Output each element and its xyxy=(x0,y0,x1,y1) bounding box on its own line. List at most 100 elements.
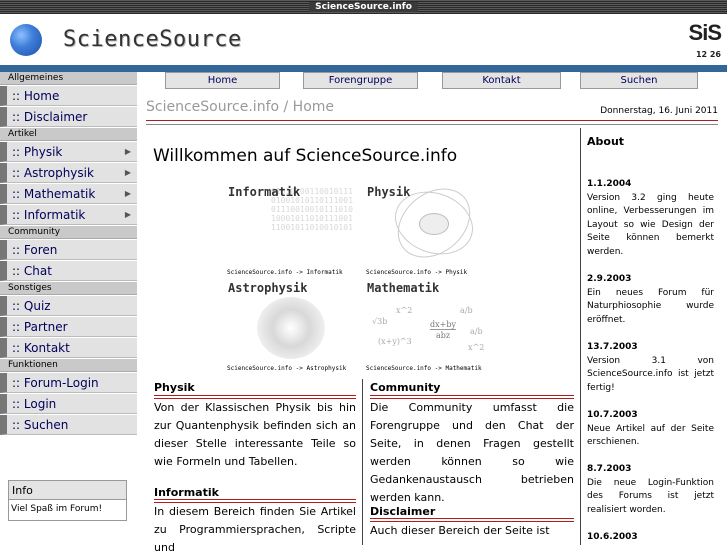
sidebar-item-label: :: Chat xyxy=(12,264,52,278)
news-item: 1.1.2004 Version 3.2 ging heute online, V… xyxy=(587,178,714,259)
submenu-arrow-icon: ▶ xyxy=(124,147,131,156)
nav-suchen[interactable]: Suchen xyxy=(580,72,698,89)
tile-physik[interactable]: Physik ScienceSource.info -> Physik xyxy=(364,183,494,277)
sidebar-item-label: :: Home xyxy=(12,89,60,103)
sidebar-item-kontakt[interactable]: :: Kontakt xyxy=(0,338,137,358)
tile-title: Mathematik xyxy=(367,281,440,295)
formula-text: a/b xyxy=(470,327,483,336)
sidebar-item-home[interactable]: :: Home xyxy=(0,86,137,106)
header-divider xyxy=(0,65,727,72)
nav-kontakt[interactable]: Kontakt xyxy=(442,72,561,89)
section-heading-community[interactable]: Community xyxy=(370,381,440,394)
sidebar-item-label: :: Login xyxy=(12,397,57,411)
formula-text: x^2 xyxy=(468,343,485,352)
section-text-physik: Von der Klassischen Physik bis hin zur Q… xyxy=(154,401,356,468)
sidebar-item-label: :: Astrophysik xyxy=(12,166,94,180)
news-text: Neue Artikel auf der Seite erschienen. xyxy=(587,423,714,448)
site-logo-text[interactable]: ScienceSource xyxy=(63,27,242,52)
sidebar: Allgemeines :: Home :: Disclaimer Artike… xyxy=(0,72,137,545)
info-box-title: Info xyxy=(9,481,126,500)
sis-badge-sub: 12 26 xyxy=(695,50,721,59)
news-date: 2.9.2003 xyxy=(587,274,632,284)
sidebar-item-label: :: Informatik xyxy=(12,208,86,222)
news-date: 1.1.2004 xyxy=(587,179,632,189)
tile-caption: ScienceSource.info -> Mathematik xyxy=(366,365,482,372)
section-artikel: Artikel xyxy=(0,128,137,141)
section-heading-physik[interactable]: Physik xyxy=(154,381,195,394)
sidebar-item-astrophysik[interactable]: :: Astrophysik ▶ xyxy=(0,163,137,183)
formula-text: √3b xyxy=(372,317,388,326)
sidebar-item-quiz[interactable]: :: Quiz xyxy=(0,296,137,316)
section-text-community: Die Community umfasst die Forengruppe un… xyxy=(370,401,574,504)
breadcrumb: ScienceSource.info / Home xyxy=(146,99,335,115)
sidebar-item-label: :: Suchen xyxy=(12,418,69,432)
globe-logo-icon xyxy=(10,24,42,56)
about-separator xyxy=(580,128,581,545)
column-separator xyxy=(362,379,363,545)
sis-badge: SiS xyxy=(688,20,722,45)
news-item: 10.7.2003 Neue Artikel auf der Seite ersc… xyxy=(587,409,714,450)
sidebar-item-informatik[interactable]: :: Informatik ▶ xyxy=(0,205,137,225)
divider xyxy=(146,124,718,125)
news-item: 8.7.2003 Die neue Login-Funktion des Foru… xyxy=(587,463,714,517)
divider xyxy=(146,120,718,121)
page-title: Willkommen auf ScienceSource.info xyxy=(153,146,458,166)
info-box: Info Viel Spaß im Forum! xyxy=(8,480,127,521)
formula-text: x^2 xyxy=(396,306,413,315)
section-allgemeines: Allgemeines xyxy=(0,72,137,85)
news-item: 10.6.2003 xyxy=(587,531,714,545)
section-text-informatik: In diesem Bereich finden Sie Artikel zu … xyxy=(154,505,356,554)
news-text: Die neue Login-Funktion des Forums ist j… xyxy=(587,477,714,515)
tile-caption: ScienceSource.info -> Informatik xyxy=(227,269,343,276)
news-item: 2.9.2003 Ein neues Forum für Naturphiosop… xyxy=(587,273,714,327)
tile-title: Informatik xyxy=(228,185,301,199)
sidebar-item-label: :: Quiz xyxy=(12,299,51,313)
sidebar-item-login[interactable]: :: Login xyxy=(0,394,137,414)
sidebar-item-suchen[interactable]: :: Suchen xyxy=(0,415,137,435)
sidebar-item-label: :: Disclaimer xyxy=(12,110,88,124)
sidebar-item-label: :: Foren xyxy=(12,243,58,257)
tile-title: Physik xyxy=(367,185,411,199)
sidebar-item-forum-login[interactable]: :: Forum-Login xyxy=(0,373,137,393)
section-funktionen: Funktionen xyxy=(0,359,137,372)
submenu-arrow-icon: ▶ xyxy=(124,210,131,219)
sidebar-item-label: :: Kontakt xyxy=(12,341,70,355)
nav-forengruppe[interactable]: Forengruppe xyxy=(303,72,418,89)
about-heading: About xyxy=(587,135,625,148)
news-date: 8.7.2003 xyxy=(587,464,632,474)
sidebar-item-foren[interactable]: :: Foren xyxy=(0,240,137,260)
tile-caption: ScienceSource.info -> Astrophysik xyxy=(227,365,347,372)
sidebar-item-physik[interactable]: :: Physik ▶ xyxy=(0,142,137,162)
formula-text: a/b xyxy=(460,306,473,315)
tile-astrophysik[interactable]: Astrophysik ScienceSource.info -> Astrop… xyxy=(225,279,355,373)
section-heading-informatik[interactable]: Informatik xyxy=(154,486,219,499)
news-date: 13.7.2003 xyxy=(587,342,638,352)
tile-informatik[interactable]: 0101010011001011101001010110111001011100… xyxy=(225,183,355,277)
nav-home[interactable]: Home xyxy=(165,72,280,89)
current-date: Donnerstag, 16. Juni 2011 xyxy=(600,106,718,116)
star-icon xyxy=(257,297,325,359)
window-title-bar: ScienceSource.info xyxy=(0,0,727,14)
section-sonstiges: Sonstiges xyxy=(0,282,137,295)
atom-nucleus-icon xyxy=(419,213,449,235)
tile-mathematik[interactable]: x^2 a/b √3b dx+by abz a/b (x+y)^3 x^2 Ma… xyxy=(364,279,494,373)
tile-title: Astrophysik xyxy=(228,281,308,295)
formula-text: (x+y)^3 xyxy=(378,337,412,346)
section-community: Community xyxy=(0,226,137,239)
news-text: Version 3.1 von ScienceSource.info ist j… xyxy=(587,355,714,393)
sidebar-item-mathematik[interactable]: :: Mathematik ▶ xyxy=(0,184,137,204)
sidebar-item-disclaimer[interactable]: :: Disclaimer xyxy=(0,107,137,127)
formula-text: dx+by xyxy=(430,320,456,330)
sidebar-item-partner[interactable]: :: Partner xyxy=(0,317,137,337)
info-box-text: Viel Spaß im Forum! xyxy=(11,504,103,514)
formula-text: abz xyxy=(436,331,451,340)
news-text: Version 3.2 ging heute online, Verbesser… xyxy=(587,192,714,257)
sidebar-item-label: :: Partner xyxy=(12,320,68,334)
site-header: ScienceSource SiS 12 26 xyxy=(0,14,727,65)
news-item: 13.7.2003 Version 3.1 von ScienceSource.i… xyxy=(587,341,714,395)
section-heading-disclaimer[interactable]: Disclaimer xyxy=(370,505,435,518)
sidebar-item-label: :: Physik xyxy=(12,145,63,159)
sidebar-item-chat[interactable]: :: Chat xyxy=(0,261,137,281)
submenu-arrow-icon: ▶ xyxy=(124,189,131,198)
section-text-disclaimer: Auch dieser Bereich der Seite ist xyxy=(370,524,550,537)
